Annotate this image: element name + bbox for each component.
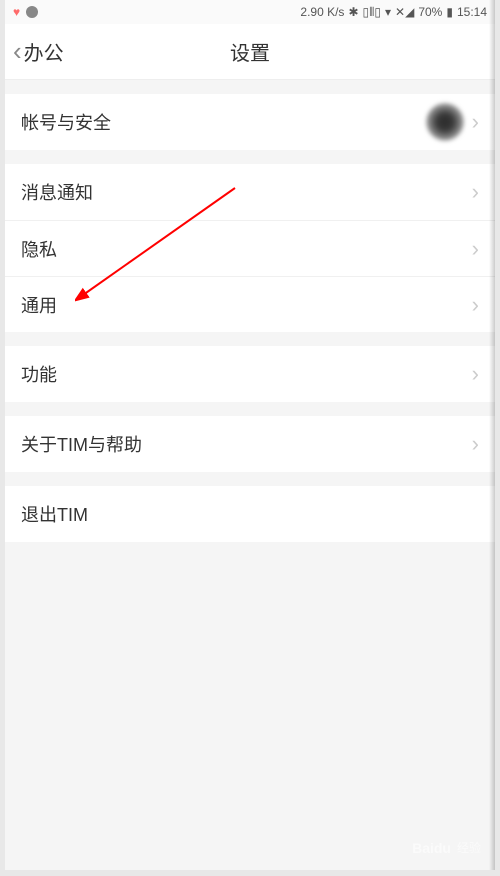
vibrate-icon: ▯⦀▯ xyxy=(363,5,382,20)
item-label: 通用 xyxy=(21,292,57,318)
avatar xyxy=(426,103,464,141)
chevron-right-icon: › xyxy=(472,431,479,457)
item-label: 帐号与安全 xyxy=(21,109,111,135)
chevron-right-icon: › xyxy=(472,361,479,387)
item-features[interactable]: 功能 › xyxy=(5,346,495,402)
circle-icon xyxy=(26,6,38,18)
item-label: 功能 xyxy=(21,361,57,387)
status-bar: ♥ 2.90 K/s ✱ ▯⦀▯ ▾ ✕◢ 70% ▮ 15:14 xyxy=(5,0,495,24)
chevron-right-icon: › xyxy=(472,179,479,205)
nav-header: ‹ 办公 设置 xyxy=(5,24,495,80)
battery-pct: 70% xyxy=(418,5,442,19)
item-label: 退出TIM xyxy=(21,501,88,527)
item-logout[interactable]: 退出TIM xyxy=(5,486,495,542)
back-label: 办公 xyxy=(24,37,64,66)
watermark: Baidu 经验 xyxy=(412,839,481,856)
back-button[interactable]: ‹ 办公 xyxy=(5,36,64,67)
chevron-right-icon: › xyxy=(472,109,479,135)
list-group: 消息通知 › 隐私 › 通用 › xyxy=(5,164,495,332)
list-group: 帐号与安全 › xyxy=(5,94,495,150)
signal-icon: ✕◢ xyxy=(395,5,414,19)
item-privacy[interactable]: 隐私 › xyxy=(5,220,495,276)
bluetooth-icon: ✱ xyxy=(348,5,358,19)
list-group: 退出TIM xyxy=(5,486,495,542)
chevron-right-icon: › xyxy=(472,236,479,262)
list-group: 功能 › xyxy=(5,346,495,402)
network-speed: 2.90 K/s xyxy=(300,5,344,19)
item-label: 隐私 xyxy=(21,236,57,262)
item-label: 消息通知 xyxy=(21,179,93,205)
wifi-icon: ▾ xyxy=(385,5,391,19)
page-title: 设置 xyxy=(230,37,270,66)
phone-screen: ♥ 2.90 K/s ✱ ▯⦀▯ ▾ ✕◢ 70% ▮ 15:14 ‹ 办公 设… xyxy=(5,0,495,870)
chevron-right-icon: › xyxy=(472,292,479,318)
clock: 15:14 xyxy=(457,5,487,19)
chevron-left-icon: ‹ xyxy=(13,36,22,67)
item-label: 关于TIM与帮助 xyxy=(21,431,142,457)
item-notifications[interactable]: 消息通知 › xyxy=(5,164,495,220)
watermark-logo: Baidu xyxy=(412,840,451,856)
list-group: 关于TIM与帮助 › xyxy=(5,416,495,472)
heart-icon: ♥ xyxy=(13,5,20,19)
item-general[interactable]: 通用 › xyxy=(5,276,495,332)
item-account-security[interactable]: 帐号与安全 › xyxy=(5,94,495,150)
item-about-help[interactable]: 关于TIM与帮助 › xyxy=(5,416,495,472)
battery-icon: ▮ xyxy=(446,5,453,19)
edge-shadow xyxy=(489,0,495,870)
watermark-sub: 经验 xyxy=(457,839,481,856)
